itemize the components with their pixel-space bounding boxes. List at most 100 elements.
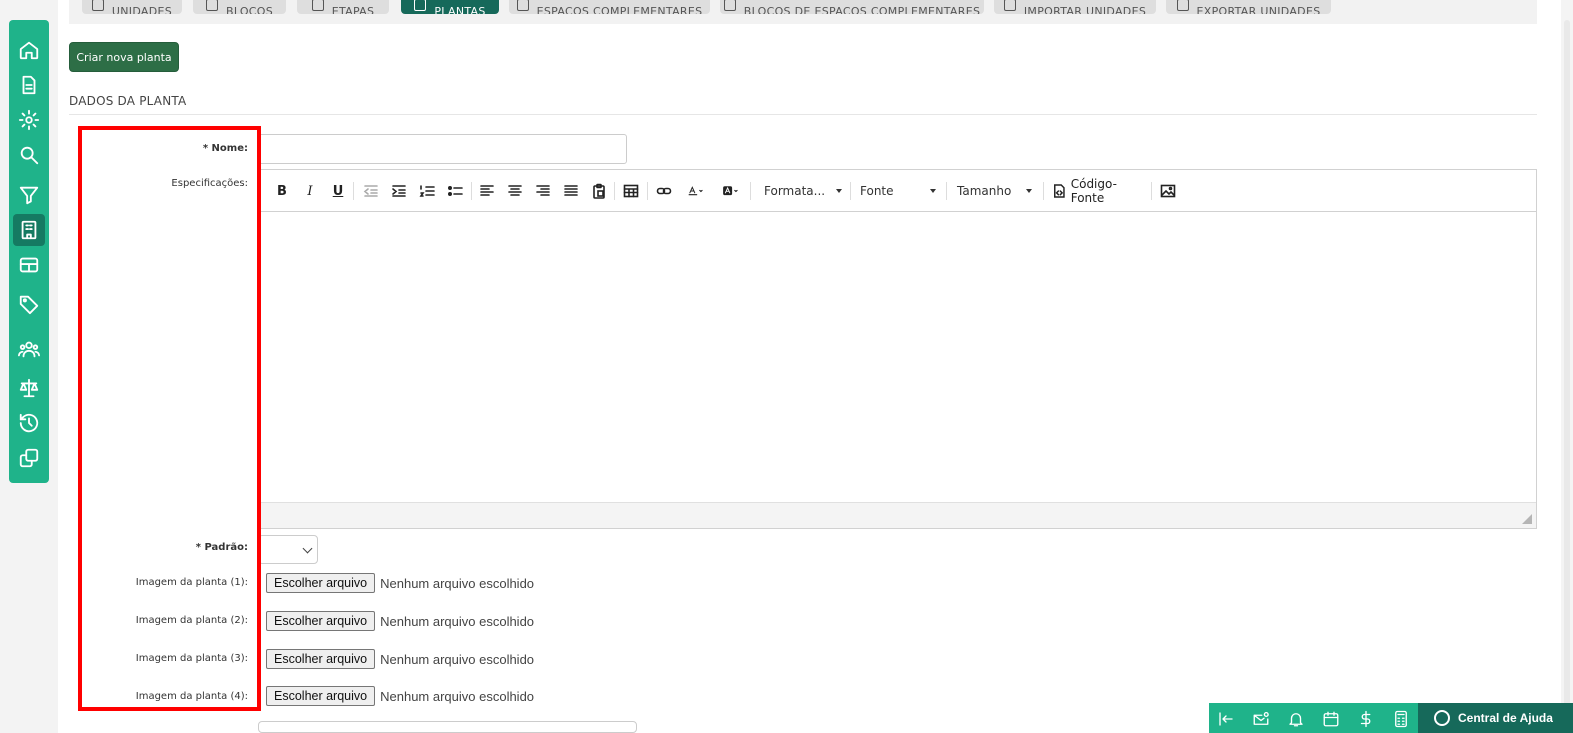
spaces-blocks-icon	[723, 0, 736, 11]
sidebar-tags[interactable]	[13, 288, 45, 320]
text-color-icon	[688, 186, 703, 196]
italic-button[interactable]: I	[303, 181, 317, 201]
sidebar-home[interactable]	[13, 34, 45, 66]
unit-icon	[91, 0, 104, 11]
outdent-icon	[363, 185, 378, 197]
tab-unidades[interactable]: UNIDADES	[82, 0, 182, 14]
tab-exportar-unidades[interactable]: EXPORTAR UNIDADES	[1166, 0, 1331, 14]
file-status: Nenhum arquivo escolhido	[380, 613, 535, 629]
name-input[interactable]	[258, 134, 627, 164]
name-label: * Nome:	[202, 143, 248, 154]
insert-image-button[interactable]	[1159, 181, 1177, 201]
scrollbar-thumb[interactable]	[1564, 20, 1570, 720]
outdent-button[interactable]	[362, 181, 380, 201]
sidebar-table[interactable]	[13, 249, 45, 281]
background-color-icon	[723, 186, 738, 196]
underline-button[interactable]: U	[331, 181, 345, 201]
image-4-file-input: Escolher arquivo Nenhum arquivo escolhid…	[266, 686, 534, 706]
image-3-file-input: Escolher arquivo Nenhum arquivo escolhid…	[266, 649, 534, 669]
dollar-icon	[1360, 710, 1371, 728]
resize-grip-icon[interactable]	[1522, 514, 1532, 524]
image-3-label: Imagem da planta (3):	[135, 653, 248, 664]
align-center-button[interactable]	[506, 181, 524, 201]
mail-settings-button[interactable]	[1250, 708, 1272, 730]
paste-icon	[593, 183, 605, 199]
create-floorplan-button[interactable]: Criar nova planta	[69, 42, 179, 72]
sidebar-users[interactable]	[13, 333, 45, 365]
next-field-input[interactable]	[258, 721, 637, 733]
tab-blocos[interactable]: BLOCOS	[193, 0, 286, 14]
users-icon	[18, 341, 40, 358]
caret-down-icon	[930, 189, 936, 193]
align-center-icon	[508, 185, 522, 196]
bullet-list-icon	[447, 185, 463, 197]
sidebar-legal[interactable]	[13, 372, 45, 404]
tab-label: IMPORTAR UNIDADES	[1023, 5, 1147, 14]
file-status: Nenhum arquivo escolhido	[380, 575, 535, 591]
tab-label: UNIDADES	[111, 5, 173, 14]
image-2-file-input: Escolher arquivo Nenhum arquivo escolhid…	[266, 611, 534, 631]
paste-button[interactable]	[590, 181, 608, 201]
tab-importar-unidades[interactable]: IMPORTAR UNIDADES	[994, 0, 1156, 14]
bold-button[interactable]: B	[275, 181, 289, 201]
sidebar-history[interactable]	[13, 407, 45, 439]
padrao-label: * Padrão:	[195, 542, 248, 553]
collapse-footer-button[interactable]	[1215, 708, 1237, 730]
sidebar-filter[interactable]	[13, 179, 45, 211]
tab-plantas[interactable]: PLANTAS	[401, 0, 499, 14]
calculator-button[interactable]	[1390, 708, 1412, 730]
align-left-icon	[480, 185, 494, 196]
sidebar-copy[interactable]	[13, 442, 45, 474]
help-center-label: Central de Ajuda	[1458, 711, 1553, 725]
sidebar-building[interactable]	[13, 214, 45, 246]
rich-text-editor: B I U Formata... Fonte Tamanho Código-Fo…	[258, 169, 1537, 529]
search-icon	[20, 146, 39, 165]
link-button[interactable]	[655, 181, 673, 201]
bullet-list-button[interactable]	[446, 181, 464, 201]
table-button[interactable]	[622, 181, 640, 201]
format-dropdown[interactable]: Formata...	[764, 181, 842, 201]
ordered-list-button[interactable]	[418, 181, 436, 201]
editor-content-area[interactable]	[259, 213, 1536, 502]
tab-etapas[interactable]: ETAPAS	[297, 0, 389, 14]
sidebar-search[interactable]	[13, 139, 45, 171]
file-status: Nenhum arquivo escolhido	[380, 651, 535, 667]
text-color-button[interactable]	[683, 181, 709, 201]
source-code-icon	[1054, 184, 1065, 198]
choose-file-button[interactable]: Escolher arquivo	[266, 686, 376, 706]
justify-button[interactable]	[562, 181, 580, 201]
sidebar-documents[interactable]	[13, 69, 45, 101]
align-left-button[interactable]	[478, 181, 496, 201]
help-center-button[interactable]: Central de Ajuda	[1418, 703, 1573, 733]
image-icon	[1160, 184, 1176, 198]
indent-button[interactable]	[390, 181, 408, 201]
notifications-button[interactable]	[1285, 708, 1307, 730]
background-color-button[interactable]	[718, 181, 744, 201]
editor-toolbar: B I U Formata... Fonte Tamanho Código-Fo…	[259, 170, 1536, 212]
tab-label: ETAPAS	[331, 5, 375, 14]
calendar-button[interactable]	[1320, 708, 1342, 730]
spaces-icon	[516, 0, 529, 11]
sidebar-settings[interactable]	[13, 104, 45, 136]
tab-blocos-espacos[interactable]: BLOCOS DE ESPAÇOS COMPLEMENTARES	[720, 0, 984, 14]
tab-label: EXPORTAR UNIDADES	[1196, 5, 1321, 14]
tab-espacos-complementares[interactable]: ESPAÇOS COMPLEMENTARES	[509, 0, 710, 14]
link-icon	[656, 187, 672, 195]
import-icon	[1003, 0, 1016, 11]
choose-file-button[interactable]: Escolher arquivo	[266, 573, 376, 593]
indent-icon	[392, 185, 406, 197]
page-scrollbar[interactable]	[1561, 0, 1573, 733]
font-dropdown[interactable]: Fonte	[860, 181, 936, 201]
align-right-button[interactable]	[534, 181, 552, 201]
toolbar-separator	[471, 182, 472, 200]
tab-label: BLOCOS	[225, 5, 274, 14]
section-title: DADOS DA PLANTA	[69, 94, 187, 108]
financial-button[interactable]	[1355, 708, 1377, 730]
table-icon	[19, 257, 39, 273]
source-code-button[interactable]: Código-Fonte	[1052, 177, 1144, 205]
padrao-select[interactable]	[258, 535, 318, 564]
size-dropdown[interactable]: Tamanho	[957, 181, 1032, 201]
choose-file-button[interactable]: Escolher arquivo	[266, 611, 376, 631]
tab-label: PLANTAS	[434, 5, 486, 14]
choose-file-button[interactable]: Escolher arquivo	[266, 649, 376, 669]
